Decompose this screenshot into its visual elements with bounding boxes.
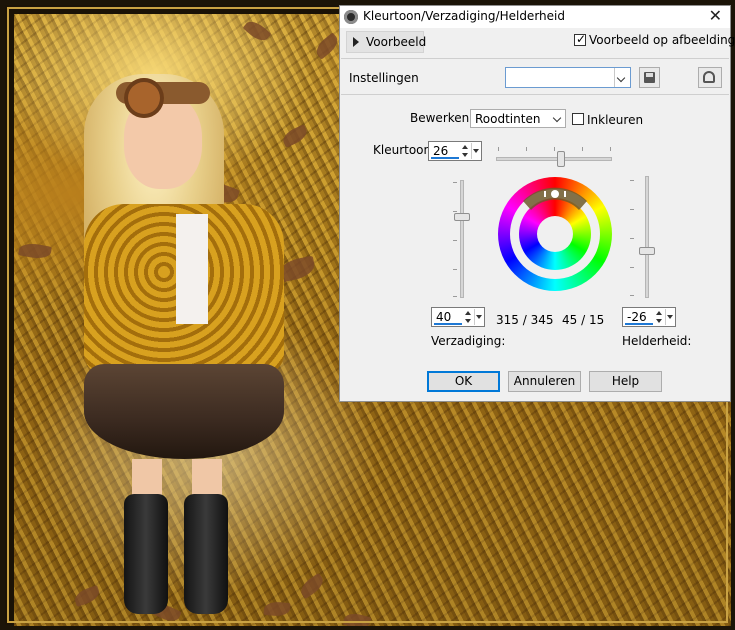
saturation-dropdown-arrow[interactable] — [474, 309, 484, 325]
slider-tick — [630, 180, 634, 181]
save-settings-button[interactable] — [639, 67, 660, 88]
saturation-spinbox[interactable]: 40 — [431, 307, 485, 327]
slider-tick — [630, 295, 634, 296]
child-skirt — [84, 364, 284, 459]
slider-tick — [526, 147, 527, 151]
preview-toggle-label: Voorbeeld — [366, 35, 427, 49]
dialog-title: Kleurtoon/Verzadiging/Helderheid — [363, 9, 565, 23]
saturation-slider-track[interactable] — [460, 180, 464, 298]
lightness-value: -26 — [627, 310, 647, 324]
preview-toggle-button[interactable]: Voorbeeld — [346, 31, 427, 53]
hue-slider-thumb[interactable] — [557, 151, 565, 167]
slider-tick — [453, 211, 457, 212]
title-bar[interactable]: Kleurtoon/Verzadiging/Helderheid ✕ — [340, 6, 730, 28]
leaf — [312, 32, 342, 60]
hue-dropdown-arrow[interactable] — [471, 143, 481, 159]
slider-tick — [630, 209, 634, 210]
hue-saturation-dialog: Kleurtoon/Verzadiging/Helderheid ✕ Voorb… — [339, 5, 735, 402]
lightness-slider-track[interactable] — [645, 176, 649, 298]
edit-range-select[interactable]: Roodtinten — [470, 109, 566, 128]
child-figure — [64, 64, 324, 626]
saturation-focus-underline — [434, 323, 462, 325]
chevron-down-icon[interactable] — [614, 68, 630, 87]
cancel-button[interactable]: Annuleren — [508, 371, 581, 392]
leaf — [242, 17, 272, 45]
child-leg-right — [192, 459, 222, 499]
separator — [341, 94, 729, 95]
hue-label: Kleurtoon: — [373, 143, 436, 157]
saturation-spin-arrows[interactable] — [464, 309, 473, 325]
app-icon — [344, 10, 358, 24]
hue-range-inner: 45 / 15 — [562, 313, 605, 327]
lightness-spin-arrows[interactable] — [655, 309, 664, 325]
hue-center-marker[interactable] — [551, 190, 559, 198]
child-leg-left — [132, 459, 162, 499]
colorize-checkbox[interactable] — [572, 113, 584, 125]
slider-tick — [453, 269, 457, 270]
saturation-slider-thumb[interactable] — [454, 213, 470, 221]
hue-range-handle-left[interactable] — [544, 191, 546, 197]
slider-tick — [498, 147, 499, 151]
child-boot-left — [124, 494, 168, 614]
lightness-focus-underline — [625, 323, 653, 325]
hue-range-handle-right[interactable] — [564, 191, 566, 197]
leaf — [18, 241, 52, 261]
saturation-label: Verzadiging: — [431, 334, 506, 348]
child-hair-flower — [124, 78, 164, 118]
saturation-value: 40 — [436, 310, 452, 324]
slider-tick — [453, 182, 457, 183]
separator — [341, 58, 729, 59]
expand-triangle-icon — [353, 37, 359, 47]
adjustment-panel: Bewerken: Roodtinten Inkleuren Kleurtoon… — [341, 96, 729, 401]
ok-button[interactable]: OK — [427, 371, 500, 392]
lightness-dropdown-arrow[interactable] — [665, 309, 675, 325]
colorize-label: Inkleuren — [587, 113, 644, 127]
child-boot-right — [184, 494, 228, 614]
hue-slider-track[interactable] — [496, 157, 612, 161]
checkmark-icon: ✓ — [576, 32, 587, 46]
color-wheel[interactable] — [497, 176, 613, 292]
save-icon — [644, 72, 655, 83]
slider-tick — [630, 267, 634, 268]
hue-spin-arrows[interactable] — [461, 143, 470, 159]
slider-tick — [453, 240, 457, 241]
help-button[interactable]: Help — [589, 371, 662, 392]
slider-tick — [582, 147, 583, 151]
child-shirt — [176, 214, 208, 324]
hue-focus-underline — [431, 157, 459, 159]
close-button[interactable]: ✕ — [709, 7, 722, 25]
lightness-slider-thumb[interactable] — [639, 247, 655, 255]
edit-range-value: Roodtinten — [475, 112, 541, 126]
edit-label: Bewerken: — [410, 111, 474, 125]
slider-tick — [610, 147, 611, 151]
preview-on-image-label: Voorbeeld op afbeelding — [589, 33, 735, 47]
reset-icon — [703, 71, 715, 83]
lightness-label: Helderheid: — [622, 334, 692, 348]
reset-settings-button[interactable] — [698, 67, 722, 88]
hue-spinbox[interactable]: 26 — [428, 141, 482, 161]
settings-combobox[interactable] — [505, 67, 631, 88]
lightness-spinbox[interactable]: -26 — [622, 307, 676, 327]
chevron-down-icon — [552, 113, 562, 123]
preview-on-image-checkbox[interactable]: ✓ — [574, 32, 587, 46]
slider-tick — [453, 296, 457, 297]
slider-tick — [630, 238, 634, 239]
settings-label: Instellingen — [349, 71, 419, 85]
hue-value: 26 — [433, 144, 449, 158]
hue-range-outer: 315 / 345 — [496, 313, 554, 327]
slider-tick — [554, 147, 555, 151]
